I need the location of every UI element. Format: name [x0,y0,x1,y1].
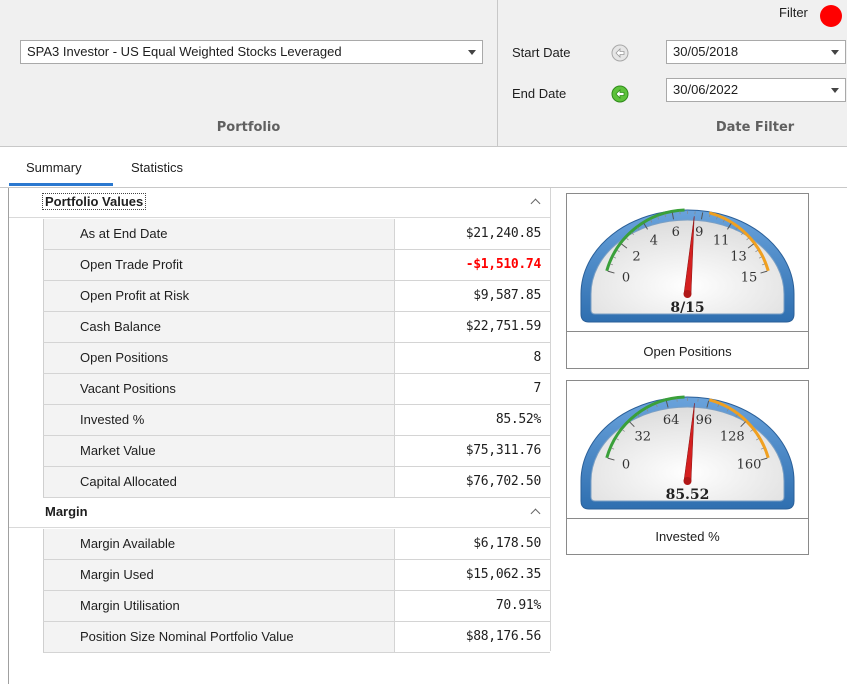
gauge-tick-label: 32 [634,429,651,444]
row-label: Margin Available [43,529,395,560]
row-value: $75,311.76 [395,436,550,467]
gauge-tick-label: 64 [663,413,680,428]
gauge-tick-label: 6 [672,225,680,240]
tab-bar: Summary Statistics [0,147,847,188]
row-label: As at End Date [43,219,395,250]
row-value: $6,178.50 [395,529,550,560]
portfolio-group-caption: Portfolio [216,120,281,135]
tab-statistics[interactable]: Statistics [131,159,183,177]
filter-indicator-icon[interactable] [820,5,842,27]
table-row: Open Positions 8 [43,343,550,374]
table-row: Market Value $75,311.76 [43,436,550,467]
table-row: Open Profit at Risk $9,587.85 [43,281,550,312]
row-value: $9,587.85 [395,281,550,312]
gauge-tick-label: 9 [695,225,703,240]
row-value: 70.91% [395,591,550,622]
table-row: Position Size Nominal Portfolio Value $8… [43,622,550,653]
end-date-label: End Date [512,86,567,101]
group-header-margin[interactable]: Margin [9,498,550,528]
gauge-tick-label: 128 [720,429,745,444]
row-label: Market Value [43,436,395,467]
row-value: -$1,510.74 [395,250,550,281]
gauge-panel-open-positions: 0 2 4 6 9 11 13 15 8/15 Open Positions [566,193,809,369]
gauge-tick-label: 96 [696,413,713,428]
row-label: Open Profit at Risk [43,281,395,312]
end-date-field[interactable]: 30/06/2022 [666,78,846,102]
content-border [8,188,9,684]
table-row: Capital Allocated $76,702.50 [43,467,550,498]
table-row: Open Trade Profit -$1,510.74 [43,250,550,281]
ribbon: SPA3 Investor - US Equal Weighted Stocks… [0,0,847,147]
chevron-down-icon [831,50,839,55]
filter-label: Filter [779,5,808,20]
end-date-nav-icon[interactable] [611,85,629,103]
gauge-tick-label: 11 [713,234,730,249]
group-title: Portfolio Values [41,193,147,210]
chevron-down-icon [468,50,476,55]
row-label: Open Trade Profit [43,250,395,281]
row-label: Margin Utilisation [43,591,395,622]
gauge-invested-percent: 0 32 64 96 128 160 85.52 [567,395,808,519]
gauge-caption: Invested % [655,529,720,544]
row-value: $15,062.35 [395,560,550,591]
row-value: 85.52% [395,405,550,436]
row-label: Position Size Nominal Portfolio Value [43,622,395,653]
table-row: Margin Utilisation 70.91% [43,591,550,622]
row-label: Open Positions [43,343,395,374]
gauge-tick-label: 2 [632,249,640,264]
table-row: Margin Available $6,178.50 [43,529,550,560]
gauge-readout: 8/15 [670,300,704,316]
start-date-nav-icon[interactable] [611,44,629,62]
chevron-up-icon[interactable] [530,508,541,519]
end-date-value: 30/06/2022 [673,82,739,97]
gauge-tick-label: 0 [622,457,630,472]
row-value: $88,176.56 [395,622,550,653]
row-value: 7 [395,374,550,405]
table-row: Cash Balance $22,751.59 [43,312,550,343]
tab-summary[interactable]: Summary [26,159,82,177]
row-label: Margin Used [43,560,395,591]
gauge-tick-label: 160 [737,457,762,472]
row-value: $76,702.50 [395,467,550,498]
chevron-up-icon[interactable] [530,198,541,209]
gauge-tick-label: 0 [622,270,630,285]
table-row: Vacant Positions 7 [43,374,550,405]
grid-border [550,188,551,651]
table-row: Invested % 85.52% [43,405,550,436]
row-value: $21,240.85 [395,219,550,250]
portfolio-select-value: SPA3 Investor - US Equal Weighted Stocks… [27,44,342,59]
group-title: Margin [45,504,88,519]
table-row: As at End Date $21,240.85 [43,219,550,250]
start-date-label: Start Date [512,45,571,60]
gauge-tick-label: 4 [650,234,658,249]
date-filter-group-caption: Date Filter [715,120,795,135]
gauge-panel-invested-percent: 0 32 64 96 128 160 85.52 Invested % [566,380,809,555]
group-header-portfolio-values[interactable]: Portfolio Values [9,188,550,218]
portfolio-select[interactable]: SPA3 Investor - US Equal Weighted Stocks… [20,40,483,64]
active-tab-indicator [9,183,113,186]
row-label: Cash Balance [43,312,395,343]
row-label: Invested % [43,405,395,436]
start-date-field[interactable]: 30/05/2018 [666,40,846,64]
ribbon-separator [497,0,498,146]
row-value: $22,751.59 [395,312,550,343]
gauge-open-positions: 0246 9 1113 15 8/15 [567,208,808,332]
chevron-down-icon [831,88,839,93]
row-value: 8 [395,343,550,374]
gauge-hub [683,290,692,298]
row-label: Capital Allocated [43,467,395,498]
gauge-caption: Open Positions [643,344,732,359]
table-row: Margin Used $15,062.35 [43,560,550,591]
gauge-tick-label: 15 [741,270,758,285]
gauge-tick-label: 13 [730,249,747,264]
start-date-value: 30/05/2018 [673,44,739,59]
gauge-readout: 85.52 [666,487,710,503]
gauge-hub [683,477,692,485]
row-label: Vacant Positions [43,374,395,405]
